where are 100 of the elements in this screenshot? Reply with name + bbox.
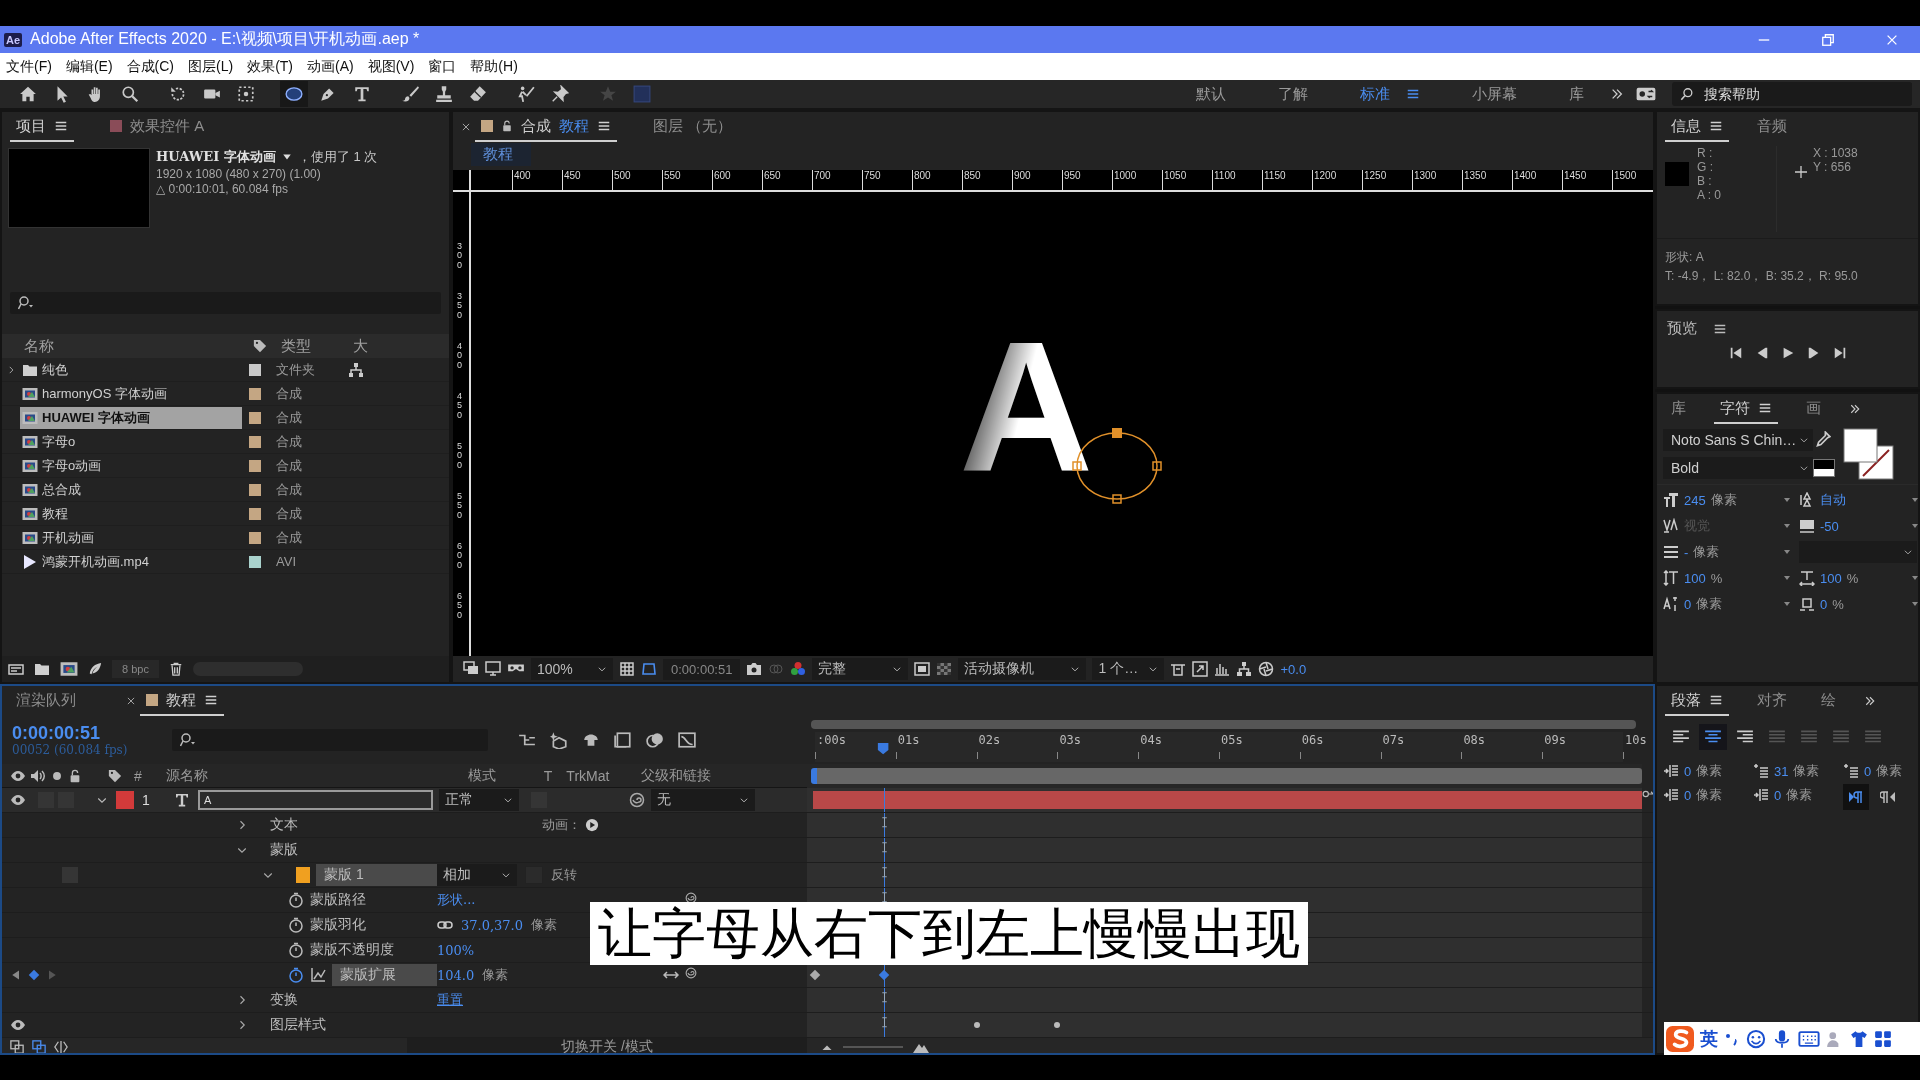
folder-icon[interactable]: [34, 661, 50, 677]
resolution-dropdown[interactable]: 完整: [812, 658, 909, 680]
shirt-icon[interactable]: [1850, 1029, 1868, 1048]
field-value[interactable]: 0: [1684, 787, 1692, 803]
motion-blur-icon[interactable]: [646, 731, 664, 749]
eye-icon[interactable]: [10, 768, 26, 784]
project-item[interactable]: 字母o动画: [20, 454, 242, 477]
column-header[interactable]: 源名称: [165, 767, 208, 785]
property-value[interactable]: 104.0: [437, 967, 475, 983]
expand-view-icon[interactable]: [1192, 661, 1209, 677]
menu-icon[interactable]: [204, 693, 218, 707]
smiley-icon[interactable]: [1746, 1028, 1766, 1049]
direction-button[interactable]: [1843, 784, 1869, 810]
stacked-squares-icon[interactable]: [10, 1039, 24, 1053]
property-value[interactable]: 形状...: [437, 891, 476, 909]
property-name[interactable]: 图层样式: [270, 1016, 326, 1034]
menu-icon[interactable]: [597, 119, 611, 133]
field-value[interactable]: 245: [1684, 492, 1706, 508]
speaker-icon[interactable]: [30, 768, 46, 784]
project-item[interactable]: 鸿蒙开机动画.mp4: [20, 550, 242, 573]
triangle-left-icon[interactable]: [10, 969, 22, 981]
tag-icon[interactable]: [108, 769, 122, 783]
checkerboard-icon[interactable]: [936, 661, 953, 677]
field-value[interactable]: 31: [1774, 763, 1789, 779]
hierarchy-icon[interactable]: [1236, 661, 1253, 677]
column-header[interactable]: TrkMat: [566, 768, 610, 784]
menu-item[interactable]: 视图(V): [367, 57, 415, 76]
padlock-icon[interactable]: [501, 120, 513, 132]
timecode-text[interactable]: 0:00:00:51: [663, 658, 741, 680]
menu-item[interactable]: 效果(T): [247, 57, 293, 76]
workspace-tab[interactable]: 了解: [1252, 84, 1334, 104]
microphone-icon[interactable]: [1772, 1028, 1792, 1049]
shy-figure-icon[interactable]: [582, 731, 600, 749]
menu-icon[interactable]: [54, 119, 68, 133]
field-value[interactable]: 100: [1684, 570, 1706, 586]
chevron-right-icon[interactable]: [6, 364, 16, 375]
bracket-arrows-icon[interactable]: [54, 1039, 68, 1053]
project-item[interactable]: 字母o: [20, 430, 242, 453]
mode-dropdown[interactable]: 正常: [439, 789, 519, 811]
column-header[interactable]: 类型: [273, 336, 353, 356]
field-value[interactable]: -50: [1820, 518, 1839, 534]
project-item[interactable]: harmonyOS 字体动画: [20, 382, 242, 405]
panel-tab[interactable]: 画: [1800, 394, 1827, 424]
graph-icon[interactable]: [310, 967, 326, 983]
spiral-icon[interactable]: [685, 892, 697, 904]
field-value[interactable]: 自动: [1820, 491, 1846, 509]
keyframe-dot[interactable]: [1054, 1022, 1061, 1028]
layer-name-field[interactable]: A: [198, 790, 433, 810]
tool-button[interactable]: [280, 81, 308, 107]
panel-tab[interactable]: 图层 （无）: [647, 112, 739, 142]
workspace-tab[interactable]: 默认: [1170, 84, 1252, 104]
style-dropdown[interactable]: Bold: [1663, 457, 1813, 479]
field-value[interactable]: 0: [1864, 763, 1872, 779]
project-item[interactable]: HUAWEI 字体动画: [20, 406, 242, 429]
sogou-logo-icon[interactable]: [1666, 1024, 1694, 1053]
solo-dot-icon[interactable]: [50, 769, 64, 783]
trash-icon[interactable]: [168, 662, 183, 676]
panel-tab[interactable]: 教程: [140, 686, 224, 716]
search-field[interactable]: [10, 292, 441, 314]
spiral-icon[interactable]: [629, 792, 645, 808]
menu-item[interactable]: 合成(C): [126, 57, 174, 76]
field-value[interactable]: -: [1684, 544, 1689, 560]
menu-item[interactable]: 编辑(E): [65, 57, 113, 76]
column-header[interactable]: T: [543, 768, 553, 784]
font-dropdown[interactable]: Noto Sans S Chin…: [1663, 429, 1813, 451]
grid-icon[interactable]: [619, 661, 635, 677]
film-frames-icon[interactable]: [614, 731, 632, 749]
double-chevron-icon[interactable]: [1610, 87, 1624, 101]
input-mode-toggle[interactable]: 英: [1700, 1026, 1718, 1051]
mask-outline-icon[interactable]: [641, 661, 657, 677]
cube-sparkle-icon[interactable]: [550, 731, 568, 749]
parent-dropdown[interactable]: 无: [651, 789, 755, 811]
stopwatch-icon[interactable]: [288, 917, 304, 933]
key-icon[interactable]: [1641, 788, 1653, 800]
default-colors-swatch[interactable]: [1813, 459, 1835, 477]
project-item[interactable]: 开机动画: [20, 526, 242, 549]
skip-to-end-icon[interactable]: [1832, 346, 1847, 360]
property-name[interactable]: 变换: [270, 991, 298, 1009]
project-item[interactable]: 纯色: [20, 358, 242, 381]
double-chevron-icon[interactable]: [1849, 403, 1861, 415]
new-composition-icon[interactable]: [60, 660, 78, 678]
workspace-tab[interactable]: 标准: [1334, 84, 1446, 104]
snapshot-camera-icon[interactable]: [746, 661, 763, 677]
menu-item[interactable]: 窗口: [428, 57, 457, 76]
help-search-field[interactable]: 搜索帮助: [1672, 82, 1912, 106]
panel-tab[interactable]: 项目: [10, 112, 74, 142]
property-value[interactable]: 100%: [437, 942, 475, 958]
region-icon[interactable]: [914, 661, 931, 677]
stopwatch-icon[interactable]: [288, 967, 304, 983]
workspace-tab[interactable]: 库: [1543, 84, 1610, 104]
animate-label[interactable]: 动画：: [542, 816, 581, 834]
zoom-dropdown[interactable]: 100%: [531, 658, 613, 680]
field-value[interactable]: 0: [1684, 596, 1692, 612]
menu-item[interactable]: 动画(A): [307, 57, 354, 76]
menu-icon[interactable]: [1709, 693, 1723, 707]
menu-icon[interactable]: [1758, 401, 1772, 415]
workspace-tab[interactable]: 小屏幕: [1446, 84, 1543, 104]
restore-icon[interactable]: [1821, 32, 1835, 47]
field-value[interactable]: 100: [1820, 570, 1842, 586]
padlock-icon[interactable]: [68, 769, 82, 783]
